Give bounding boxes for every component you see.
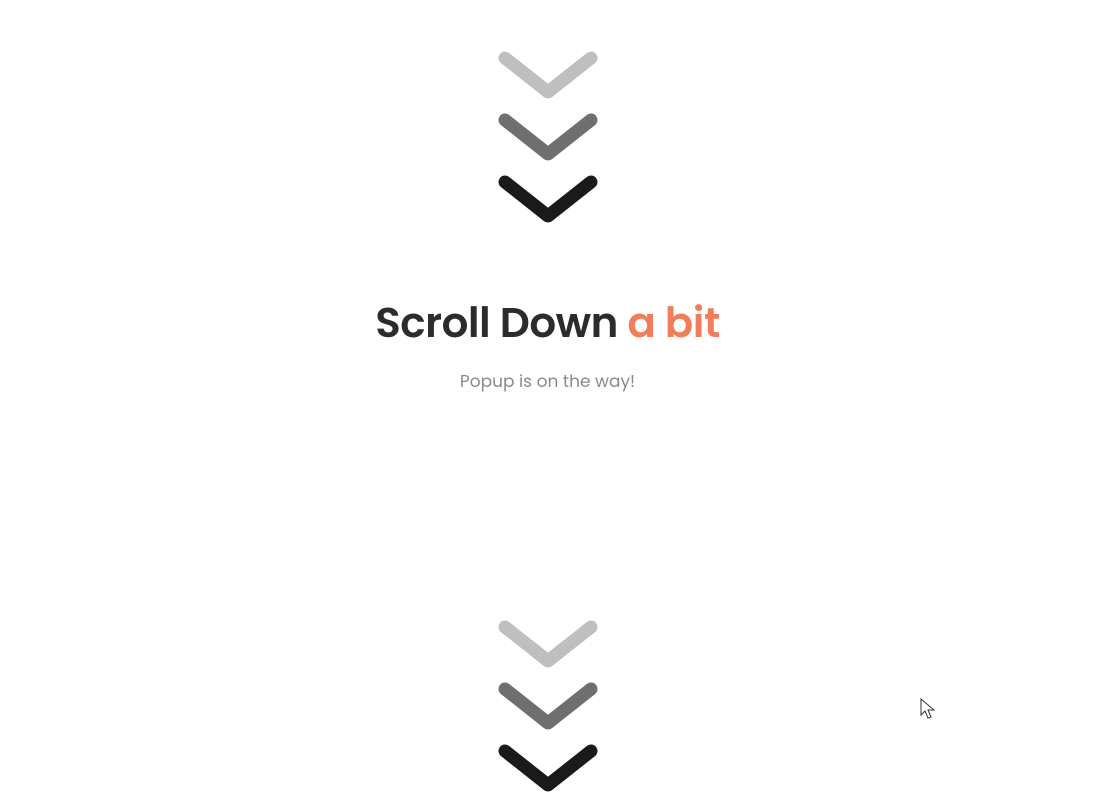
chevron-down-icon [497, 50, 599, 112]
heading-main: Scroll Down [375, 293, 627, 352]
chevron-down-icon [497, 619, 599, 681]
chevron-down-icon [497, 112, 599, 174]
page-heading: Scroll Down a bit [375, 291, 720, 354]
chevron-group-bottom [497, 619, 599, 805]
chevron-down-icon [497, 681, 599, 743]
text-section: Scroll Down a bit Popup is on the way! [375, 291, 720, 394]
page-container: Scroll Down a bit Popup is on the way! [0, 0, 1095, 805]
chevron-down-icon [497, 174, 599, 236]
chevron-down-icon [497, 743, 599, 805]
heading-accent: a bit [627, 293, 719, 352]
chevron-group-top [497, 50, 599, 236]
page-subtext: Popup is on the way! [375, 368, 720, 394]
